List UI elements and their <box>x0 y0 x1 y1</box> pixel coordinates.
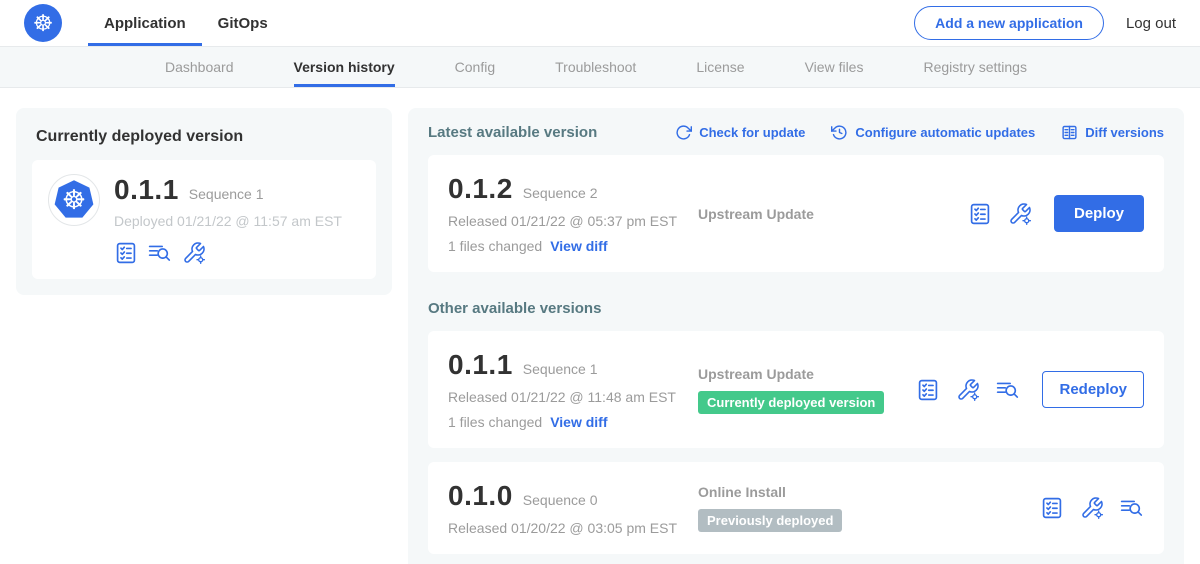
subnav-item-registry-settings[interactable]: Registry settings <box>923 47 1026 87</box>
subnav-item-license[interactable]: License <box>696 47 744 87</box>
version-source-label: Upstream Update <box>698 206 814 222</box>
tab-application-label: Application <box>104 15 186 32</box>
version-number: 0.1.1 <box>448 349 513 381</box>
check-for-update-link[interactable]: Check for update <box>675 124 805 141</box>
tab-gitops[interactable]: GitOps <box>202 0 284 46</box>
previously-deployed-badge: Previously deployed <box>698 509 842 532</box>
files-changed-label: 1 files changed <box>448 414 542 430</box>
release-notes-icon[interactable] <box>916 378 940 402</box>
refresh-icon <box>675 124 692 141</box>
kubernetes-app-icon: ☸ <box>48 174 100 226</box>
version-card-0-1-1: 0.1.1 Sequence 1 Released 01/21/22 @ 11:… <box>428 331 1164 448</box>
configure-automatic-updates-link[interactable]: Configure automatic updates <box>831 124 1035 141</box>
redeploy-button[interactable]: Redeploy <box>1042 371 1144 408</box>
deploy-button[interactable]: Deploy <box>1054 195 1144 232</box>
version-source-label: Online Install <box>698 484 842 500</box>
edit-config-icon[interactable] <box>956 378 980 402</box>
sequence-label: Sequence 2 <box>523 185 598 201</box>
top-nav: ☸ Application GitOps Add a new applicati… <box>0 0 1200 47</box>
release-notes-icon[interactable] <box>1040 496 1064 520</box>
tab-gitops-label: GitOps <box>218 15 268 32</box>
edit-config-icon[interactable] <box>182 241 206 265</box>
sequence-label: Sequence 0 <box>523 492 598 508</box>
currently-deployed-badge: Currently deployed version <box>698 391 884 414</box>
currently-deployed-card: ☸ 0.1.1 Sequence 1 Deployed 01/21/22 @ 1… <box>32 160 376 279</box>
add-new-application-button[interactable]: Add a new application <box>914 6 1104 40</box>
sequence-label: Sequence 1 <box>523 361 598 377</box>
deployed-timestamp: Deployed 01/21/22 @ 11:57 am EST <box>114 213 342 229</box>
latest-available-title: Latest available version <box>428 124 597 141</box>
subnav-item-troubleshoot[interactable]: Troubleshoot <box>555 47 636 87</box>
app-tabs: Application GitOps <box>88 0 284 46</box>
version-card-0-1-0: 0.1.0 Sequence 0 Released 01/20/22 @ 03:… <box>428 462 1164 554</box>
version-card-0-1-2: 0.1.2 Sequence 2 Released 01/21/22 @ 05:… <box>428 155 1164 272</box>
released-timestamp: Released 01/20/22 @ 03:05 pm EST <box>448 520 698 536</box>
view-diff-link[interactable]: View diff <box>550 414 607 430</box>
logout-button[interactable]: Log out <box>1126 15 1176 32</box>
diff-icon <box>1061 124 1078 141</box>
version-history-panel: Latest available version Check for updat… <box>408 108 1184 564</box>
subnav-item-config[interactable]: Config <box>455 47 495 87</box>
deployed-sequence-label: Sequence 1 <box>189 186 264 202</box>
subnav-item-version-history[interactable]: Version history <box>294 47 395 87</box>
diff-versions-link[interactable]: Diff versions <box>1061 124 1164 141</box>
version-source-label: Upstream Update <box>698 366 884 382</box>
tab-application[interactable]: Application <box>88 0 202 46</box>
released-timestamp: Released 01/21/22 @ 11:48 am EST <box>448 389 698 405</box>
view-files-icon[interactable] <box>1120 496 1144 520</box>
schedule-icon <box>831 124 848 141</box>
release-notes-icon[interactable] <box>968 202 992 226</box>
version-number: 0.1.0 <box>448 480 513 512</box>
subnav-item-dashboard[interactable]: Dashboard <box>165 47 234 87</box>
edit-config-icon[interactable] <box>1008 202 1032 226</box>
release-notes-icon[interactable] <box>114 241 138 265</box>
app-sub-nav: Dashboard Version history Config Trouble… <box>0 47 1200 88</box>
files-changed-label: 1 files changed <box>448 238 542 254</box>
view-files-icon[interactable] <box>996 378 1020 402</box>
other-available-title: Other available versions <box>428 300 1164 317</box>
version-number: 0.1.2 <box>448 173 513 205</box>
deployed-version-number: 0.1.1 <box>114 174 179 206</box>
view-files-icon[interactable] <box>148 241 172 265</box>
view-diff-link[interactable]: View diff <box>550 238 607 254</box>
kubernetes-helm-icon: ☸ <box>24 4 62 42</box>
released-timestamp: Released 01/21/22 @ 05:37 pm EST <box>448 213 698 229</box>
currently-deployed-panel: Currently deployed version ☸ 0.1.1 Seque… <box>16 108 392 295</box>
currently-deployed-title: Currently deployed version <box>36 128 376 146</box>
subnav-item-view-files[interactable]: View files <box>805 47 864 87</box>
edit-config-icon[interactable] <box>1080 496 1104 520</box>
